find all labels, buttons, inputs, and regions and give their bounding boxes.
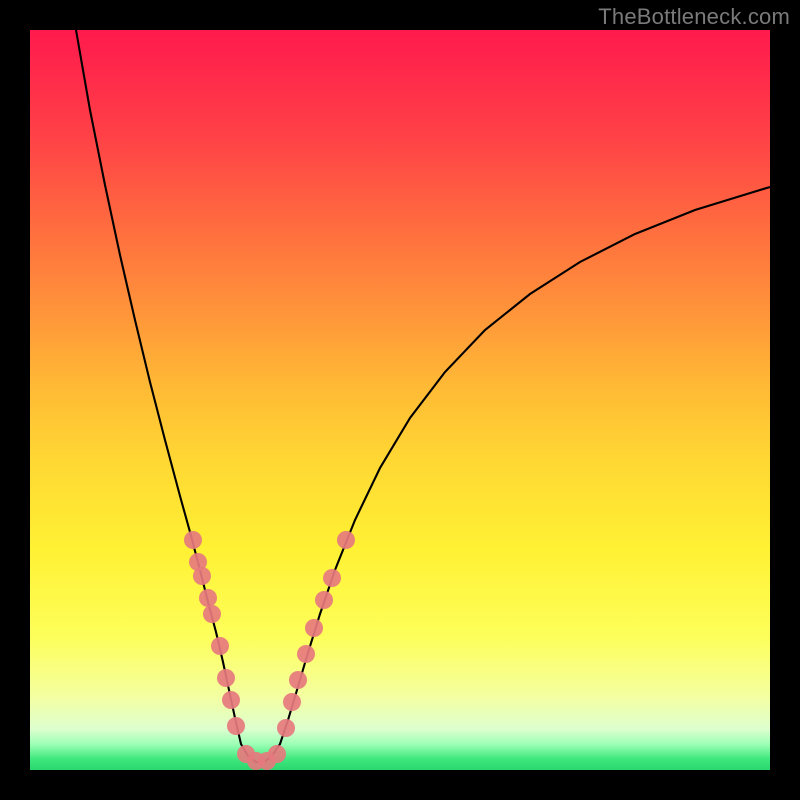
data-dot: [283, 693, 301, 711]
data-dot: [199, 589, 217, 607]
data-dot: [217, 669, 235, 687]
plot-area: [30, 30, 770, 770]
data-dot: [277, 719, 295, 737]
curve-layer: [30, 30, 770, 770]
data-dot: [227, 717, 245, 735]
data-dot: [323, 569, 341, 587]
chart-frame: TheBottleneck.com: [0, 0, 800, 800]
data-dot: [268, 745, 286, 763]
data-dot: [222, 691, 240, 709]
bottleneck-curve: [76, 30, 770, 762]
data-dot: [193, 567, 211, 585]
data-dots: [184, 531, 355, 770]
data-dot: [305, 619, 323, 637]
watermark-text: TheBottleneck.com: [598, 4, 790, 30]
data-dot: [289, 671, 307, 689]
data-dot: [211, 637, 229, 655]
data-dot: [184, 531, 202, 549]
data-dot: [337, 531, 355, 549]
data-dot: [297, 645, 315, 663]
data-dot: [203, 605, 221, 623]
data-dot: [315, 591, 333, 609]
